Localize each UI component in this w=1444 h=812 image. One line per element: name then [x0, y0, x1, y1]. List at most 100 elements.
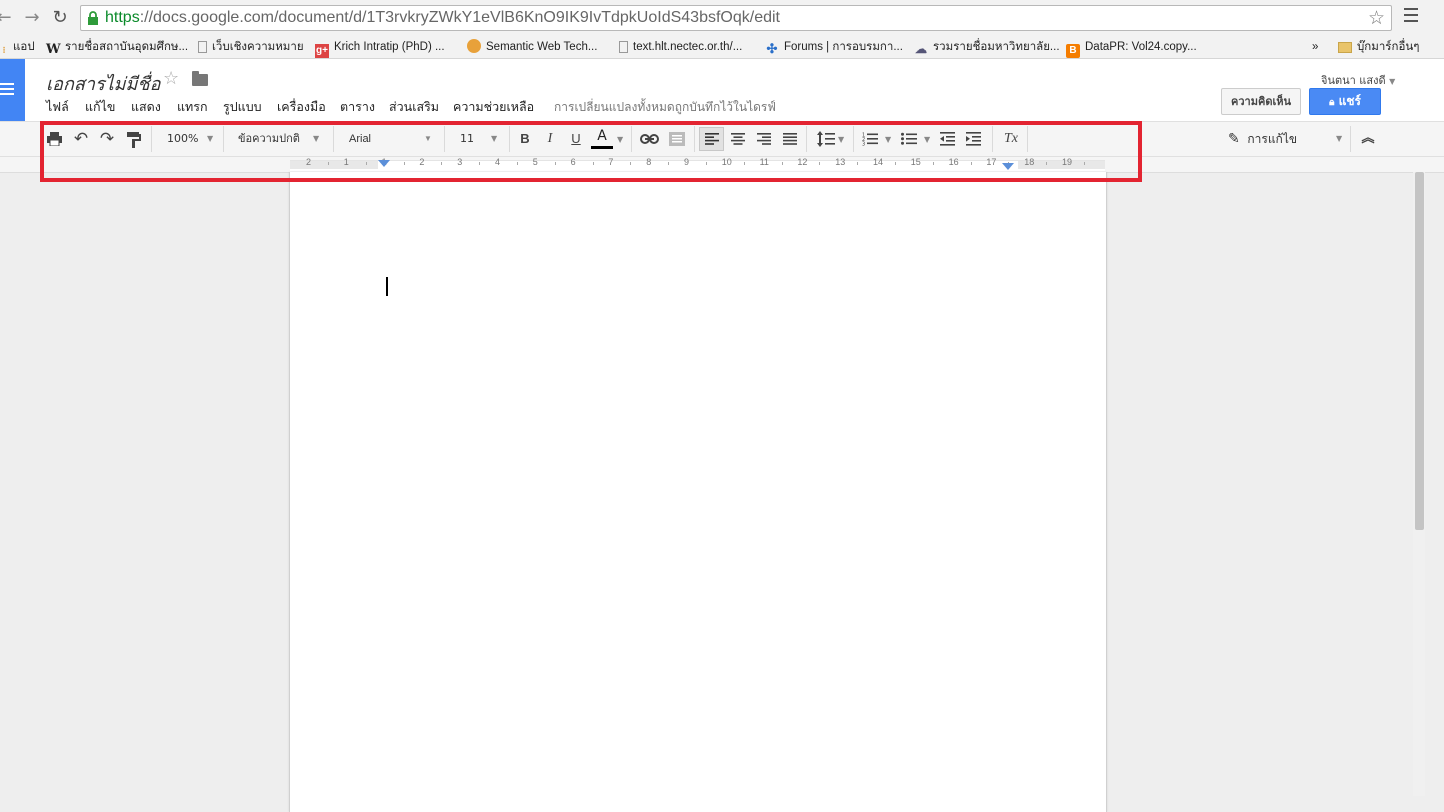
bookmark-apps[interactable]: ⁝ แอป [0, 38, 35, 56]
docs-logo-icon[interactable] [0, 59, 25, 121]
wikipedia-icon: W [46, 42, 61, 57]
menu-file[interactable]: ไฟล์ [46, 97, 69, 117]
menu-addons[interactable]: ส่วนเสริม [389, 97, 439, 117]
comment-icon[interactable] [669, 132, 685, 146]
chevron-down-icon: ▼ [491, 134, 498, 143]
bookmark-item[interactable]: Semantic Web Tech... [467, 38, 597, 56]
menu-help[interactable]: ความช่วยเหลือ [453, 97, 534, 117]
italic-button[interactable]: I [541, 122, 559, 156]
toolbar-divider [853, 126, 854, 152]
lock-icon [88, 11, 98, 25]
left-indent-marker[interactable] [378, 160, 390, 167]
bookmark-item[interactable]: W รายชื่อสถาบันอุดมศึกษ... [46, 38, 188, 57]
paragraph-style-select[interactable]: ข้อความปกติ ▼ [238, 122, 323, 156]
align-right-icon[interactable] [757, 133, 771, 145]
right-indent-marker[interactable] [1002, 163, 1014, 170]
paint-format-icon[interactable] [127, 132, 141, 148]
chevron-down-icon: ▼ [1389, 77, 1396, 86]
bookmark-label: Forums | การอบรมกา... [784, 41, 903, 53]
menu-table[interactable]: ตาราง [340, 97, 375, 117]
folder-icon [1338, 42, 1352, 53]
align-center-icon[interactable] [731, 133, 745, 145]
zoom-select[interactable]: 100% ▼ [167, 122, 217, 156]
redo-icon[interactable]: ↷ [96, 122, 118, 156]
bookmark-item[interactable]: g+ Krich Intratip (PhD) ... [315, 38, 445, 58]
ruler-number: 10 [721, 157, 732, 167]
ruler-number: 4 [495, 157, 501, 167]
bookmark-item[interactable]: B DataPR: Vol24.copy... [1066, 38, 1197, 58]
menu-view[interactable]: แสดง [131, 97, 161, 117]
menu-edit[interactable]: แก้ไข [85, 97, 115, 117]
editing-mode-select[interactable]: ✎ การแก้ไข ▼ [1228, 122, 1342, 156]
numbered-list-icon[interactable]: 123 [862, 132, 878, 146]
comments-button[interactable]: ความคิดเห็น [1221, 88, 1301, 115]
other-bookmarks[interactable]: บุ๊กมาร์กอื่นๆ [1338, 38, 1419, 56]
bold-button[interactable]: B [516, 122, 534, 156]
ruler: 2 1 1 2 3 4 5 6 7 8 9 10 11 12 13 14 15 16 17 18 19 [0, 157, 1444, 173]
ruler-number: 16 [948, 157, 959, 167]
menu-insert[interactable]: แทรก [177, 97, 208, 117]
bookmark-item[interactable]: ✣ Forums | การอบรมกา... [765, 38, 903, 56]
forums-icon: ✣ [766, 41, 778, 56]
folder-icon[interactable] [192, 71, 208, 86]
chevron-down-icon[interactable]: ▼ [617, 122, 623, 156]
justify-icon[interactable] [783, 133, 797, 145]
url-text: https://docs.google.com/document/d/1T3rv… [105, 9, 780, 27]
document-title[interactable]: เอกสารไม่มีชื่อ [46, 69, 160, 98]
undo-icon[interactable]: ↶ [70, 122, 92, 156]
link-icon[interactable] [640, 134, 659, 144]
ruler-number: 17 [986, 157, 997, 167]
bookmarks-overflow[interactable]: » [1312, 38, 1318, 56]
font-size-select[interactable]: 11 ▼ [460, 122, 500, 156]
chevron-down-icon[interactable]: ▼ [924, 122, 930, 156]
bookmark-item[interactable]: เว็บเชิงความหมาย [198, 38, 304, 56]
ruler-track [290, 160, 1105, 171]
document-page[interactable] [289, 172, 1107, 812]
font-select[interactable]: Arial ▼ [349, 122, 434, 156]
user-account[interactable]: จินตนา แสงดี ▼ [1321, 71, 1395, 89]
toolbar-divider [223, 126, 224, 152]
increase-indent-icon[interactable] [966, 132, 981, 146]
menu-tools[interactable]: เครื่องมือ [277, 97, 326, 117]
ruler-number: 15 [910, 157, 921, 167]
align-left-button[interactable] [699, 127, 724, 151]
print-icon[interactable] [47, 132, 62, 146]
forward-icon[interactable]: → [22, 7, 42, 29]
decrease-indent-icon[interactable] [940, 132, 955, 146]
ruler-number: 3 [457, 157, 463, 167]
ruler-tick [970, 162, 972, 165]
save-status: การเปลี่ยนแปลงทั้งหมดถูกบันทึกไว้ในไดรฟ์ [554, 100, 776, 114]
scrollbar-thumb[interactable] [1415, 172, 1424, 530]
scrollbar[interactable] [1413, 172, 1425, 796]
ruler-number: 12 [797, 157, 808, 167]
bookmark-label: เว็บเชิงความหมาย [212, 41, 304, 53]
bulleted-list-icon[interactable] [901, 132, 917, 146]
bookmark-label: DataPR: Vol24.copy... [1085, 41, 1197, 53]
bookmarks-bar: ⁝ แอป W รายชื่อสถาบันอุดมศึกษ... เว็บเชิงค… [0, 36, 1444, 59]
editing-mode-label: การแก้ไข [1247, 132, 1298, 146]
bookmark-star-icon[interactable]: ☆ [1368, 7, 1385, 29]
bookmark-label: รวมรายชื่อมหาวิทยาลัย... [933, 41, 1060, 53]
address-bar[interactable]: https://docs.google.com/document/d/1T3rv… [80, 5, 1392, 31]
ruler-tick [668, 162, 670, 165]
toolbar-divider [509, 126, 510, 152]
toolbar-divider [992, 126, 993, 152]
reload-icon[interactable]: ↻ [50, 7, 70, 29]
clear-formatting-button[interactable]: Tx [1001, 122, 1021, 156]
menu-format[interactable]: รูปแบบ [223, 97, 262, 117]
chevron-down-icon[interactable]: ▼ [838, 122, 844, 156]
share-button[interactable]: 🔒︎ แชร์ [1309, 88, 1381, 115]
back-icon[interactable]: ← [0, 7, 14, 29]
browser-menu-icon[interactable] [1404, 8, 1418, 24]
text-color-label: A [597, 128, 607, 144]
star-icon[interactable]: ☆ [163, 68, 179, 89]
bookmark-item[interactable]: ☁ รวมรายชื่อมหาวิทยาลัย... [914, 38, 1060, 56]
underline-button[interactable]: U [567, 122, 585, 156]
font-value: Arial [349, 133, 372, 145]
collapse-menu-icon[interactable]: ︽ [1359, 122, 1377, 156]
text-color-button[interactable]: A [591, 128, 615, 152]
bookmark-item[interactable]: text.hlt.nectec.or.th/... [619, 38, 742, 56]
line-spacing-icon[interactable] [817, 131, 835, 147]
chevron-down-icon[interactable]: ▼ [885, 122, 891, 156]
chevron-down-icon: ▼ [313, 134, 320, 143]
